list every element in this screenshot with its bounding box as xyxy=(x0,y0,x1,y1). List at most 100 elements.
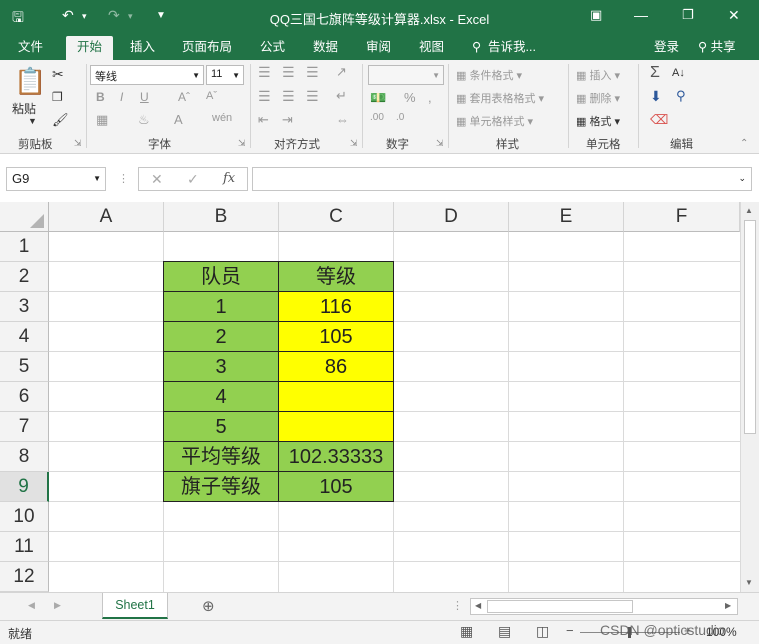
italic-icon[interactable]: I xyxy=(120,90,123,104)
underline-icon[interactable]: U xyxy=(140,90,149,104)
table-cell[interactable]: 旗子等级 xyxy=(163,471,279,502)
sort-filter-icon[interactable]: A↓ xyxy=(672,67,685,79)
find-select-icon[interactable]: ⚲ xyxy=(676,88,686,104)
row-header[interactable]: 2 xyxy=(0,262,49,292)
row-header[interactable]: 1 xyxy=(0,232,49,262)
formula-input[interactable]: ⌄ xyxy=(252,167,752,191)
normal-view-icon[interactable]: ▦ xyxy=(460,623,473,640)
tell-me-search[interactable]: 告诉我... xyxy=(488,38,536,60)
cancel-icon[interactable]: ✕ xyxy=(151,171,163,188)
fill-color-icon[interactable]: ♨ xyxy=(138,112,150,128)
tab-page-layout[interactable]: 页面布局 xyxy=(182,38,232,60)
percent-icon[interactable]: % xyxy=(404,90,416,105)
column-header[interactable]: F xyxy=(624,202,740,232)
format-as-table-button[interactable]: ▦ 套用表格格式 ▾ xyxy=(456,90,544,106)
tab-home[interactable]: 开始 xyxy=(66,36,114,60)
decrease-decimal-icon[interactable]: .0 xyxy=(396,112,404,123)
page-layout-view-icon[interactable]: ▤ xyxy=(498,623,511,640)
insert-cells-button[interactable]: ▦ 插入 ▾ xyxy=(576,67,620,83)
scroll-thumb[interactable] xyxy=(744,220,756,434)
sheet-tab-sheet1[interactable]: Sheet1 xyxy=(102,593,168,619)
page-break-view-icon[interactable]: ◫ xyxy=(536,623,549,640)
select-all-button[interactable] xyxy=(0,202,49,232)
alignment-launcher-icon[interactable]: ⇲ xyxy=(350,138,358,149)
row-header[interactable]: 8 xyxy=(0,442,49,472)
row-header[interactable]: 6 xyxy=(0,382,49,412)
decrease-indent-icon[interactable]: ⇤ xyxy=(258,112,269,128)
conditional-format-button[interactable]: ▦ 条件格式 ▾ xyxy=(456,67,522,83)
increase-indent-icon[interactable]: ⇥ xyxy=(282,112,293,128)
drag-handle-icon[interactable]: ⋮ xyxy=(118,172,129,185)
tab-file[interactable]: 文件 xyxy=(18,38,43,60)
expand-formula-icon[interactable]: ⌄ xyxy=(738,173,746,184)
insert-function-icon[interactable]: fx xyxy=(223,171,235,186)
delete-cells-button[interactable]: ▦ 删除 ▾ xyxy=(576,90,620,106)
scroll-right-icon[interactable]: ▶ xyxy=(725,601,731,610)
name-box[interactable]: G9 ▼ xyxy=(6,167,106,191)
table-cell[interactable]: 86 xyxy=(278,351,394,382)
ribbon-display-icon[interactable]: ▣ xyxy=(590,7,602,23)
bold-icon[interactable]: B xyxy=(96,90,105,104)
autosum-icon[interactable]: Σ xyxy=(650,64,660,82)
cell-styles-button[interactable]: ▦ 单元格样式 ▾ xyxy=(456,113,533,129)
tab-formulas[interactable]: 公式 xyxy=(260,38,285,60)
enter-icon[interactable]: ✓ xyxy=(187,171,199,188)
column-header[interactable]: C xyxy=(279,202,394,232)
orientation-icon[interactable]: ↗ xyxy=(336,64,347,80)
number-format-combo[interactable]: ▼ xyxy=(368,65,444,85)
format-painter-icon[interactable]: 🖌 xyxy=(52,112,69,128)
fill-icon[interactable]: ⬇ xyxy=(650,88,662,105)
table-cell[interactable]: 105 xyxy=(278,471,394,502)
row-header[interactable]: 12 xyxy=(0,562,49,592)
share-button[interactable]: ⚲ 共享 xyxy=(698,38,736,60)
increase-font-icon[interactable]: Aˆ xyxy=(178,90,190,104)
restore-icon[interactable]: ❐ xyxy=(682,7,694,23)
number-launcher-icon[interactable]: ⇲ xyxy=(436,138,444,149)
prev-sheet-icon[interactable]: ◀ xyxy=(28,600,35,611)
borders-icon[interactable]: ▦ xyxy=(96,112,108,128)
row-header[interactable]: 10 xyxy=(0,502,49,532)
font-name-combo[interactable]: 等线 ▼ xyxy=(90,65,204,85)
phonetic-icon[interactable]: wén xyxy=(212,112,232,124)
row-header[interactable]: 3 xyxy=(0,292,49,322)
table-cell[interactable]: 102.33333 xyxy=(278,441,394,472)
currency-icon[interactable]: 💵 xyxy=(370,90,386,106)
scroll-left-icon[interactable]: ◀ xyxy=(475,601,481,610)
column-header[interactable]: D xyxy=(394,202,509,232)
table-cell[interactable] xyxy=(278,381,394,412)
worksheet-grid[interactable]: A B C D E F 1 2 3 4 5 6 7 8 9 10 11 12 队… xyxy=(0,202,740,592)
add-sheet-icon[interactable]: ⊕ xyxy=(202,597,215,615)
table-cell[interactable]: 5 xyxy=(163,411,279,442)
table-cell[interactable]: 2 xyxy=(163,321,279,352)
row-header[interactable]: 4 xyxy=(0,322,49,352)
minimize-icon[interactable]: — xyxy=(634,7,648,23)
align-top-icon[interactable]: ☰ xyxy=(258,64,271,81)
copy-icon[interactable]: ❐ xyxy=(52,90,63,104)
row-header[interactable]: 7 xyxy=(0,412,49,442)
table-cell[interactable]: 105 xyxy=(278,321,394,352)
align-middle-icon[interactable]: ☰ xyxy=(282,64,295,81)
table-cell[interactable]: 3 xyxy=(163,351,279,382)
scroll-up-icon[interactable]: ▲ xyxy=(745,206,753,215)
next-sheet-icon[interactable]: ▶ xyxy=(54,600,61,611)
row-header-selected[interactable]: 9 xyxy=(0,472,49,502)
merge-center-icon[interactable]: ⇔ xyxy=(336,112,349,127)
font-launcher-icon[interactable]: ⇲ xyxy=(238,138,246,149)
comma-icon[interactable]: , xyxy=(428,90,432,105)
vertical-scrollbar[interactable]: ▲ ▼ xyxy=(740,202,759,592)
cut-icon[interactable]: ✂ xyxy=(52,66,64,83)
table-header-cell[interactable]: 等级 xyxy=(278,261,394,292)
paste-button[interactable]: 粘贴 xyxy=(12,100,36,117)
login-link[interactable]: 登录 xyxy=(654,38,679,60)
align-center-icon[interactable]: ☰ xyxy=(282,88,295,105)
row-header[interactable]: 11 xyxy=(0,532,49,562)
table-cell[interactable]: 116 xyxy=(278,291,394,322)
scroll-down-icon[interactable]: ▼ xyxy=(745,578,753,587)
clear-icon[interactable]: ⌫ xyxy=(650,112,668,128)
align-right-icon[interactable]: ☰ xyxy=(306,88,319,105)
column-header[interactable]: B xyxy=(164,202,279,232)
row-header[interactable]: 5 xyxy=(0,352,49,382)
split-handle-icon[interactable]: ⋮ xyxy=(452,599,463,612)
collapse-ribbon-icon[interactable]: ⌃ xyxy=(740,138,748,149)
close-icon[interactable]: ✕ xyxy=(728,7,740,24)
